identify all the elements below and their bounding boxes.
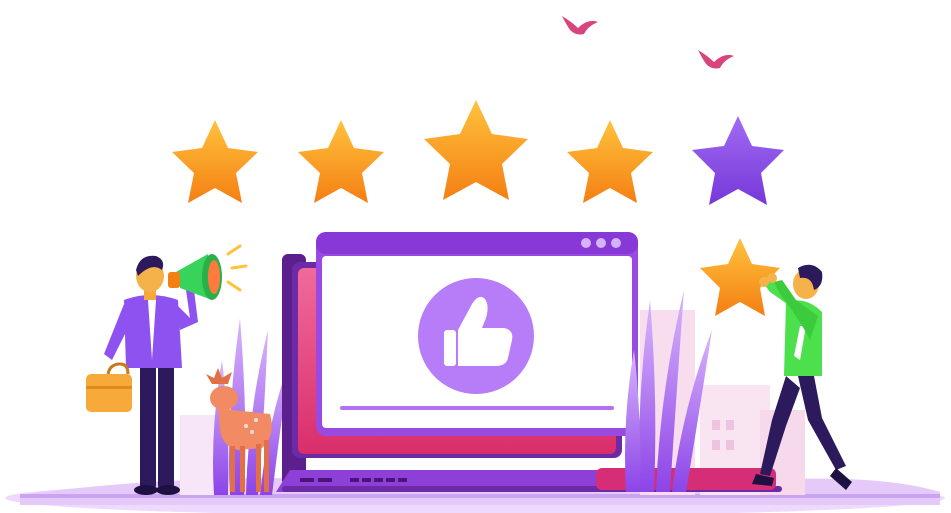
progress-bar [340,406,614,410]
window-dot [611,238,621,248]
star-icon [298,120,384,203]
birds [562,16,734,69]
briefcase-icon [86,362,132,412]
star-icon [424,100,528,200]
star-icon [172,120,258,203]
star-icon [692,116,784,205]
bird-icon [562,16,598,35]
window-dot [596,238,606,248]
star-icon [567,120,653,203]
star-rating [172,100,784,205]
browser-window [316,232,638,436]
rating-illustration [5,16,945,513]
megaphone-icon [168,244,248,300]
bird-icon [698,50,734,69]
window-dot [581,238,591,248]
